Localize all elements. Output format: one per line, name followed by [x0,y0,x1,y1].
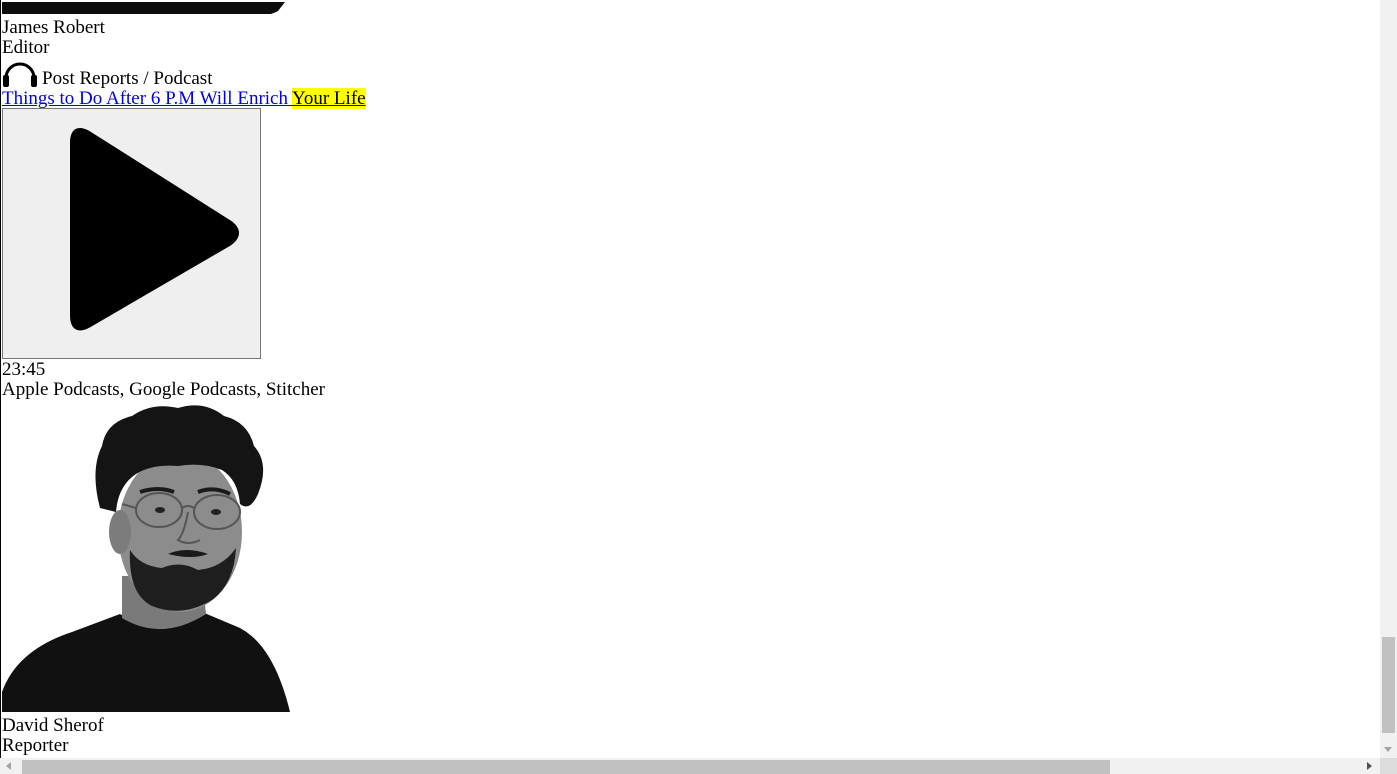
author-name: David Sherof [2,715,104,736]
podcast-duration: 23:45 [2,359,46,380]
vertical-scrollbar[interactable] [1380,0,1397,758]
horizontal-scrollbar[interactable] [0,758,1380,774]
horizontal-scrollbar-thumb[interactable] [22,760,1110,774]
headphones-icon [2,58,38,88]
podcast-title-highlight: Your Life [292,88,366,109]
podcast-title-link[interactable]: Things to Do After 6 P.M Will Enrich You… [2,88,366,109]
podcast-category-label: Post Reports / Podcast [42,68,213,89]
scrollbar-corner [1380,758,1397,774]
play-icon [70,128,239,331]
scroll-left-arrow-icon[interactable] [6,762,11,770]
author-role: Reporter [2,735,69,756]
vertical-scrollbar-thumb[interactable] [1382,637,1395,733]
scroll-down-arrow-icon[interactable] [1384,747,1392,752]
podcast-title: Things to Do After 6 P.M Will Enrich You… [2,88,366,110]
podcast-platforms: Apple Podcasts, Google Podcasts, Stitche… [2,379,325,400]
podcast-category: Post Reports / Podcast [2,56,213,89]
scroll-right-arrow-icon[interactable] [1367,762,1372,770]
author-name: James Robert [2,17,105,38]
podcast-title-text: Things to Do After 6 P.M Will Enrich [2,88,293,109]
author-avatar-david [2,400,292,712]
page-viewport: James Robert Editor Post Reports / Podca… [0,0,1380,758]
author-avatar-james [2,0,285,14]
play-button[interactable] [2,108,261,359]
